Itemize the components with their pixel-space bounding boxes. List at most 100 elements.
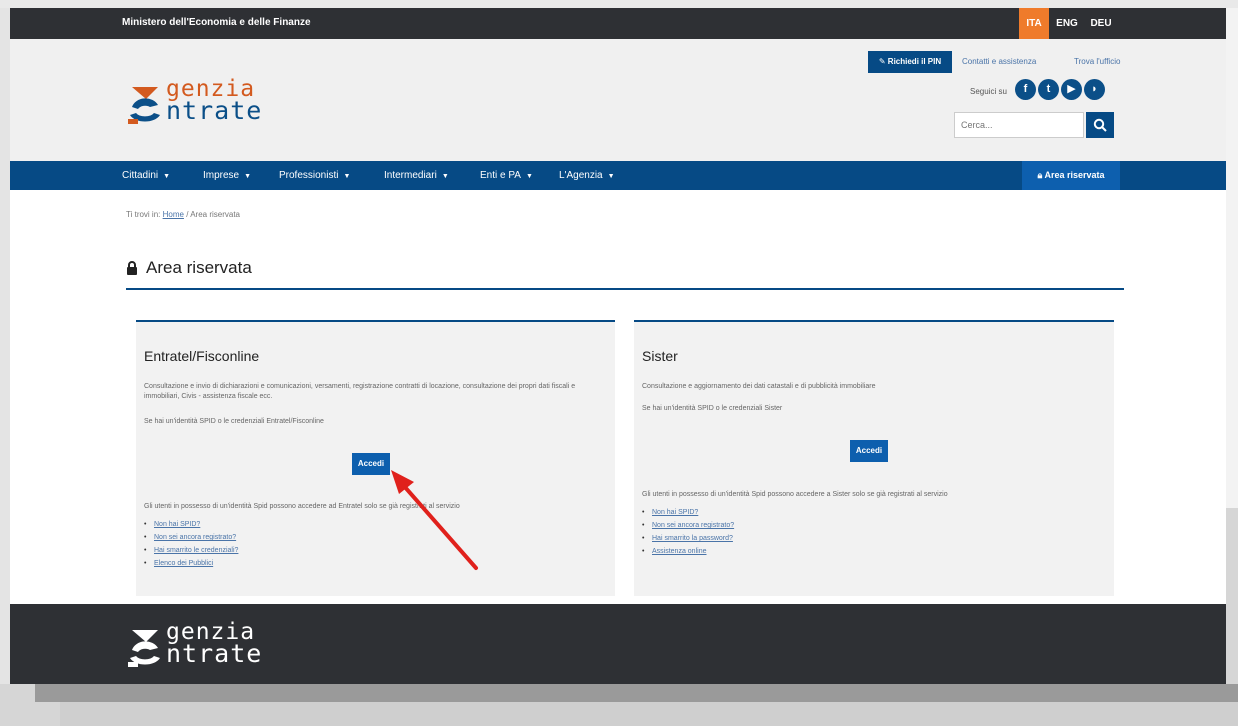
list-item[interactable]: • Hai smarrito le credenziali? [144,544,238,557]
bullet: • [642,522,645,529]
lang-ita[interactable]: ITA [1019,8,1049,39]
main-nav: Cittadini ▼ Imprese ▼ Professionisti ▼ Inte… [10,161,1226,190]
list-item[interactable]: • Non sei ancora registrato? [642,519,734,532]
link-label: Hai smarrito le credenziali? [154,547,239,554]
agenzia-entrate-logo[interactable]: genzia ntrate [122,78,302,135]
bullet: • [144,560,147,567]
bullet: • [642,535,645,542]
bullet: • [642,509,645,516]
page-title-text: Area riservata [146,258,252,277]
link-label: Elenco dei Pubblici [154,560,214,567]
contatti-link[interactable]: Contatti e assistenza [962,57,1036,66]
bullet: • [642,548,645,555]
nav-label: Imprese [203,170,240,181]
search-button[interactable] [1086,112,1114,138]
caret-down-icon: ▼ [607,173,615,180]
frame-bottom-shadow [60,702,1238,726]
breadcrumb-home-link[interactable]: Home [163,210,184,219]
logo-text: genzia ntrate [166,78,263,125]
list-item[interactable]: • Assistenza online [642,545,734,558]
trova-ufficio-link[interactable]: Trova l'ufficio [1074,57,1120,66]
twitter-icon[interactable]: t [1038,79,1059,100]
area-riservata-label: Area riservata [1044,170,1105,180]
sister-accedi-button[interactable]: Accedi [850,440,888,462]
nav-label: L'Agenzia [559,170,603,181]
sister-card: Sister Consultazione e aggiornamento dei… [634,320,1114,596]
bullet: • [144,521,147,528]
site-footer: genzia ntrate [10,604,1226,684]
page-title: Area riservata [126,258,252,278]
link-label: Assistenza online [652,548,707,555]
lang-eng[interactable]: ENG [1054,8,1080,39]
frame-bottom [35,684,1238,702]
lang-deu[interactable]: DEU [1086,8,1116,39]
lock-icon: 🔒︎ [1037,170,1043,180]
sister-description: Consultazione e aggiornamento dei dati c… [642,383,876,390]
search-input[interactable] [954,112,1084,138]
nav-label: Cittadini [122,170,159,181]
web-page: Ministero dell'Economia e delle Finanze … [10,8,1226,684]
frame-right [1226,8,1238,508]
caret-down-icon: ▼ [244,173,252,180]
search-icon [1093,118,1107,132]
link-label: Non sei ancora registrato? [154,534,237,541]
nav-professionisti[interactable]: Professionisti ▼ [279,161,350,190]
area-riservata-button[interactable]: 🔒︎ Area riservata [1022,161,1120,190]
breadcrumb-current: Area riservata [190,210,240,219]
nav-enti-pa[interactable]: Enti e PA ▼ [480,161,533,190]
bullet: • [144,547,147,554]
entratel-spid-text: Se hai un'identità SPID o le credenziali… [144,418,324,425]
list-item[interactable]: • Non hai SPID? [144,518,238,531]
sister-note: Gli utenti in possesso di un'identità Sp… [642,491,948,498]
entratel-accedi-button[interactable]: Accedi [352,453,390,475]
key-icon: ✎ [878,57,886,66]
youtube-icon[interactable]: ▶ [1061,79,1082,100]
bullet: • [144,534,147,541]
nav-cittadini[interactable]: Cittadini ▼ [122,161,170,190]
lock-icon [127,261,137,275]
nav-label: Enti e PA [480,170,521,181]
link-label: Non hai SPID? [652,509,699,516]
link-label: Hai smarrito la password? [652,535,733,542]
footer-logo-text: genzia ntrate [166,621,263,668]
caret-down-icon: ▼ [163,173,171,180]
link-label: Non hai SPID? [154,521,201,528]
nav-label: Intermediari [384,170,437,181]
title-divider [126,288,1124,290]
nav-imprese[interactable]: Imprese ▼ [203,161,251,190]
site-header: genzia ntrate ✎ Richiedi il PIN Contatti… [10,39,1226,161]
list-item[interactable]: • Elenco dei Pubblici [144,557,238,570]
facebook-icon[interactable]: f [1015,79,1036,100]
caret-down-icon: ▼ [441,173,449,180]
rss-icon[interactable]: ◗ [1084,79,1105,100]
pin-button-label: Richiedi il PIN [887,57,942,66]
list-item[interactable]: • Non sei ancora registrato? [144,531,238,544]
caret-down-icon: ▼ [525,173,533,180]
list-item[interactable]: • Non hai SPID? [642,506,734,519]
top-bar: Ministero dell'Economia e delle Finanze … [10,8,1226,39]
list-item[interactable]: • Hai smarrito la password? [642,532,734,545]
breadcrumb: Ti trovi in: Home / Area riservata [126,210,240,219]
richiedi-pin-button[interactable]: ✎ Richiedi il PIN [868,51,952,73]
breadcrumb-separator: / [186,210,189,219]
sister-title: Sister [642,348,678,364]
frame-left [0,8,10,684]
sister-spid-text: Se hai un'identità SPID o le credenziali… [642,405,783,412]
nav-agenzia[interactable]: L'Agenzia ▼ [559,161,615,190]
link-label: Non sei ancora registrato? [652,522,735,529]
logo-line-2: ntrate [166,96,263,125]
logo-mark-icon [128,87,160,124]
caret-down-icon: ▼ [343,173,351,180]
entratel-description: Consultazione e invio di dichiarazioni e… [144,383,576,400]
breadcrumb-prefix: Ti trovi in: [126,210,161,219]
entratel-note: Gli utenti in possesso di un'identità Sp… [144,503,460,510]
entratel-title: Entratel/Fisconline [144,348,260,364]
seguici-label: Seguici su [970,87,1007,96]
nav-label: Professionisti [279,170,339,181]
entratel-links: • Non hai SPID? • Non sei ancora registrat… [144,518,238,570]
ministry-link[interactable]: Ministero dell'Economia e delle Finanze [122,17,311,28]
footer-logo[interactable]: genzia ntrate [122,621,302,678]
nav-intermediari[interactable]: Intermediari ▼ [384,161,449,190]
logo-line-2: ntrate [166,639,263,668]
entratel-card: Entratel/Fisconline Consultazione e invi… [136,320,615,596]
